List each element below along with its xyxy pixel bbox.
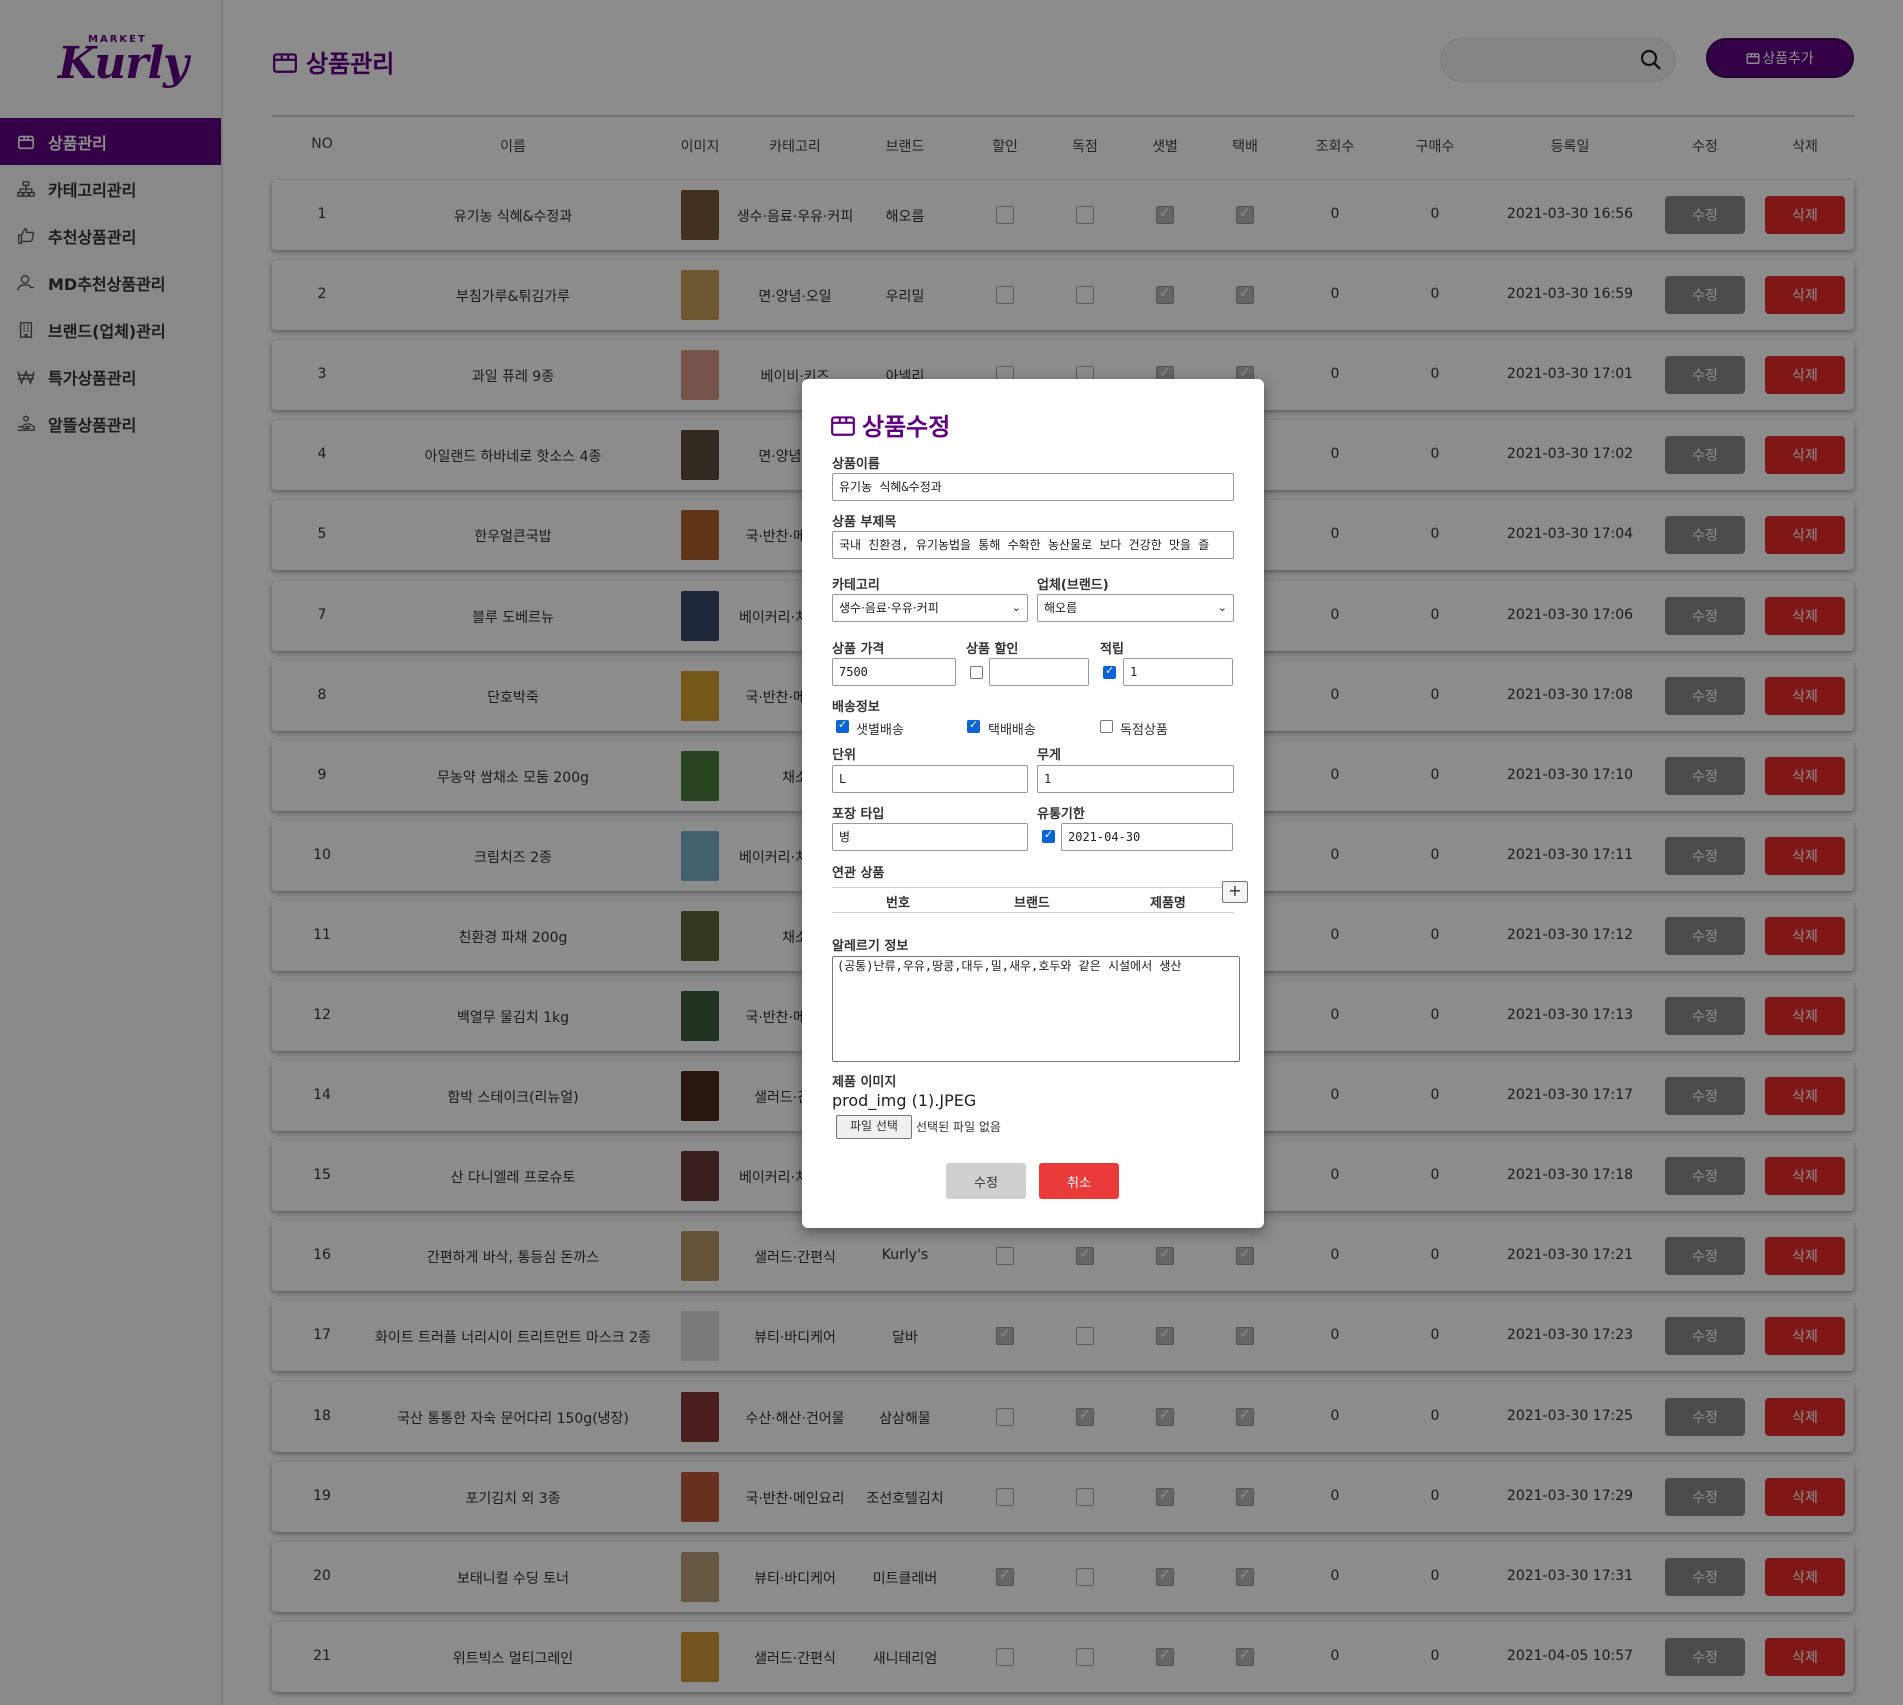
price-input[interactable]: 7500 <box>832 658 956 686</box>
category-label: 카테고리 <box>832 578 880 593</box>
category-select-value: 생수·음료·우유·커피 <box>839 601 939 615</box>
image-label: 제품 이미지 <box>832 1075 897 1090</box>
discount-checkbox[interactable] <box>970 666 983 679</box>
dawn-delivery-label: 샛별배송 <box>856 723 904 738</box>
box-icon <box>831 415 855 436</box>
price-label: 상품 가격 <box>832 642 885 657</box>
add-related-button[interactable]: + <box>1222 881 1248 903</box>
allergy-textarea[interactable]: (공통)난류,우유,땅콩,대두,밀,새우,호두와 같은 시설에서 생산 <box>832 956 1240 1062</box>
modal-submit-button[interactable]: 수정 <box>946 1163 1026 1199</box>
related-products-table: 번호 브랜드 제품명 + <box>832 881 1248 927</box>
related-col-name: 제품명 <box>1150 896 1186 911</box>
point-label: 적립 <box>1100 642 1124 657</box>
subtitle-input[interactable]: 국내 친환경, 유기농법을 통해 수확한 농산물로 보다 건강한 맛을 즐 <box>832 531 1234 559</box>
brand-select-value: 해오름 <box>1044 601 1078 615</box>
point-input[interactable]: 1 <box>1123 658 1233 686</box>
file-select-button[interactable]: 파일 선택 <box>836 1115 912 1139</box>
pack-input[interactable]: 병 <box>832 823 1028 851</box>
unit-input[interactable]: L <box>832 765 1028 793</box>
modal-title: 상품수정 <box>830 407 950 442</box>
unit-label: 단위 <box>832 748 856 763</box>
chevron-down-icon: ⌄ <box>1217 601 1227 614</box>
chevron-down-icon: ⌄ <box>1011 601 1021 614</box>
subtitle-label: 상품 부제목 <box>832 515 897 530</box>
related-col-brand: 브랜드 <box>1014 896 1050 911</box>
pack-label: 포장 타입 <box>832 807 885 822</box>
delivery-label: 배송정보 <box>832 700 880 715</box>
expiry-checkbox[interactable] <box>1042 828 1055 843</box>
weight-label: 무게 <box>1037 748 1061 763</box>
brand-select[interactable]: 해오름 ⌄ <box>1037 594 1234 622</box>
allergy-label: 알레르기 정보 <box>832 939 909 954</box>
modal-title-text: 상품수정 <box>862 413 951 441</box>
name-input[interactable]: 유기농 식혜&수정과 <box>832 473 1234 501</box>
point-checkbox[interactable] <box>1103 664 1116 679</box>
name-label: 상품이름 <box>832 457 880 472</box>
file-status-text: 선택된 파일 없음 <box>916 1120 1001 1134</box>
related-col-no: 번호 <box>886 896 910 911</box>
weight-input[interactable]: 1 <box>1037 765 1234 793</box>
expiry-label: 유통기한 <box>1037 807 1085 822</box>
parcel-delivery-label: 택배배송 <box>988 723 1036 738</box>
category-select[interactable]: 생수·음료·우유·커피 ⌄ <box>832 594 1028 622</box>
related-header: 번호 브랜드 제품명 <box>832 887 1234 913</box>
discount-input[interactable] <box>989 658 1089 686</box>
brand-label: 업체(브랜드) <box>1037 578 1109 593</box>
discount-label: 상품 할인 <box>966 642 1019 657</box>
related-label: 연관 상품 <box>832 866 885 881</box>
image-filename: prod_img (1).JPEG <box>832 1091 977 1110</box>
modal-cancel-button[interactable]: 취소 <box>1039 1163 1119 1199</box>
exclusive-label: 독점상품 <box>1120 723 1168 738</box>
edit-product-modal: 상품수정 상품이름 유기농 식혜&수정과 상품 부제목 국내 친환경, 유기농법… <box>802 379 1264 1228</box>
dawn-delivery-checkbox[interactable] <box>836 718 849 733</box>
parcel-delivery-checkbox[interactable] <box>967 718 980 733</box>
expiry-input[interactable]: 2021-04-30 <box>1061 823 1233 851</box>
exclusive-checkbox[interactable] <box>1100 720 1113 733</box>
